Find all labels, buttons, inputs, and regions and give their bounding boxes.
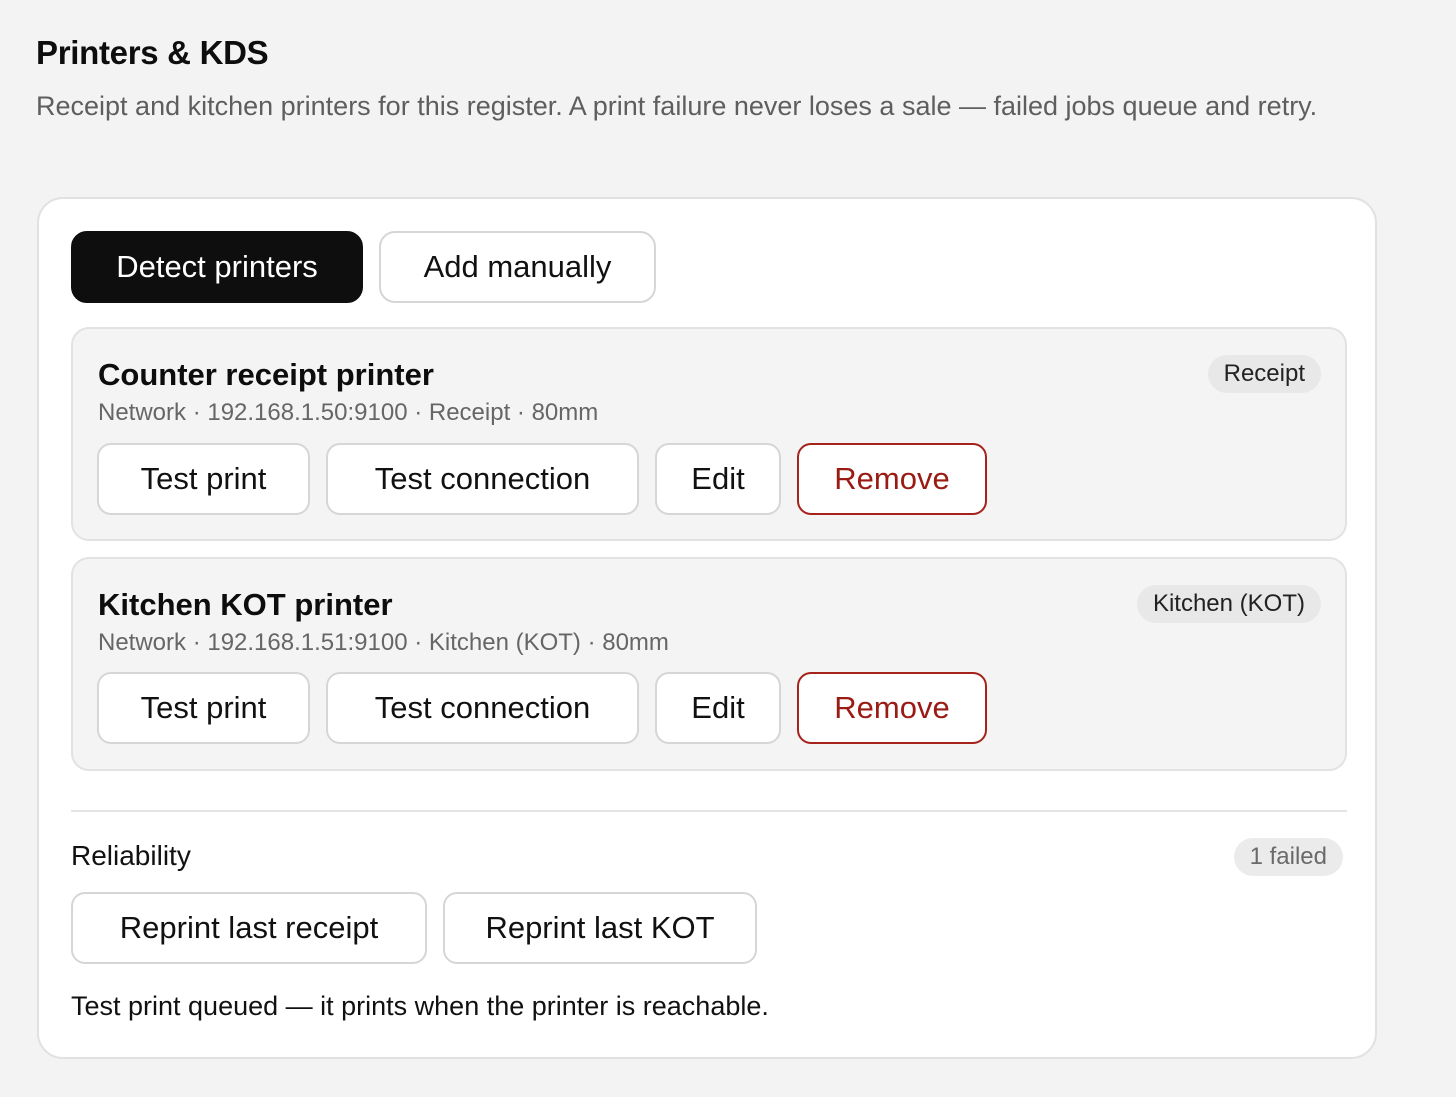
reliability-title: Reliability xyxy=(71,840,191,871)
test-print-button[interactable]: Test print xyxy=(97,672,310,744)
printer-meta: Network · 192.168.1.50:9100 · Receipt · … xyxy=(98,399,599,426)
printer-type-badge: Kitchen (KOT) xyxy=(1136,585,1321,623)
test-connection-button[interactable]: Test connection xyxy=(326,443,639,515)
printer-card-counter-receipt: Counter receipt printer Network · 192.16… xyxy=(71,327,1347,541)
remove-button[interactable]: Remove xyxy=(797,443,987,515)
printer-name: Counter receipt printer xyxy=(98,357,434,392)
reprint-last-kot-button[interactable]: Reprint last KOT xyxy=(443,892,757,964)
printer-card-kitchen-kot: Kitchen KOT printer Network · 192.168.1.… xyxy=(71,557,1347,771)
status-message: Test print queued — it prints when the p… xyxy=(71,991,769,1021)
reprint-last-receipt-button[interactable]: Reprint last receipt xyxy=(71,892,427,964)
test-print-button[interactable]: Test print xyxy=(97,443,310,515)
page-title: Printers & KDS xyxy=(36,34,269,71)
add-manually-button[interactable]: Add manually xyxy=(379,231,656,303)
section-divider xyxy=(71,810,1347,812)
printers-card: Detect printers Add manually Counter rec… xyxy=(37,197,1377,1059)
test-connection-button[interactable]: Test connection xyxy=(326,672,639,744)
printer-meta: Network · 192.168.1.51:9100 · Kitchen (K… xyxy=(98,629,669,656)
failed-count-badge: 1 failed xyxy=(1233,838,1343,876)
printer-name: Kitchen KOT printer xyxy=(98,587,393,622)
remove-button[interactable]: Remove xyxy=(797,672,987,744)
detect-printers-button[interactable]: Detect printers xyxy=(71,231,363,303)
edit-button[interactable]: Edit xyxy=(655,672,781,744)
printer-type-badge: Receipt xyxy=(1207,355,1321,393)
page-description: Receipt and kitchen printers for this re… xyxy=(36,91,1318,121)
edit-button[interactable]: Edit xyxy=(655,443,781,515)
